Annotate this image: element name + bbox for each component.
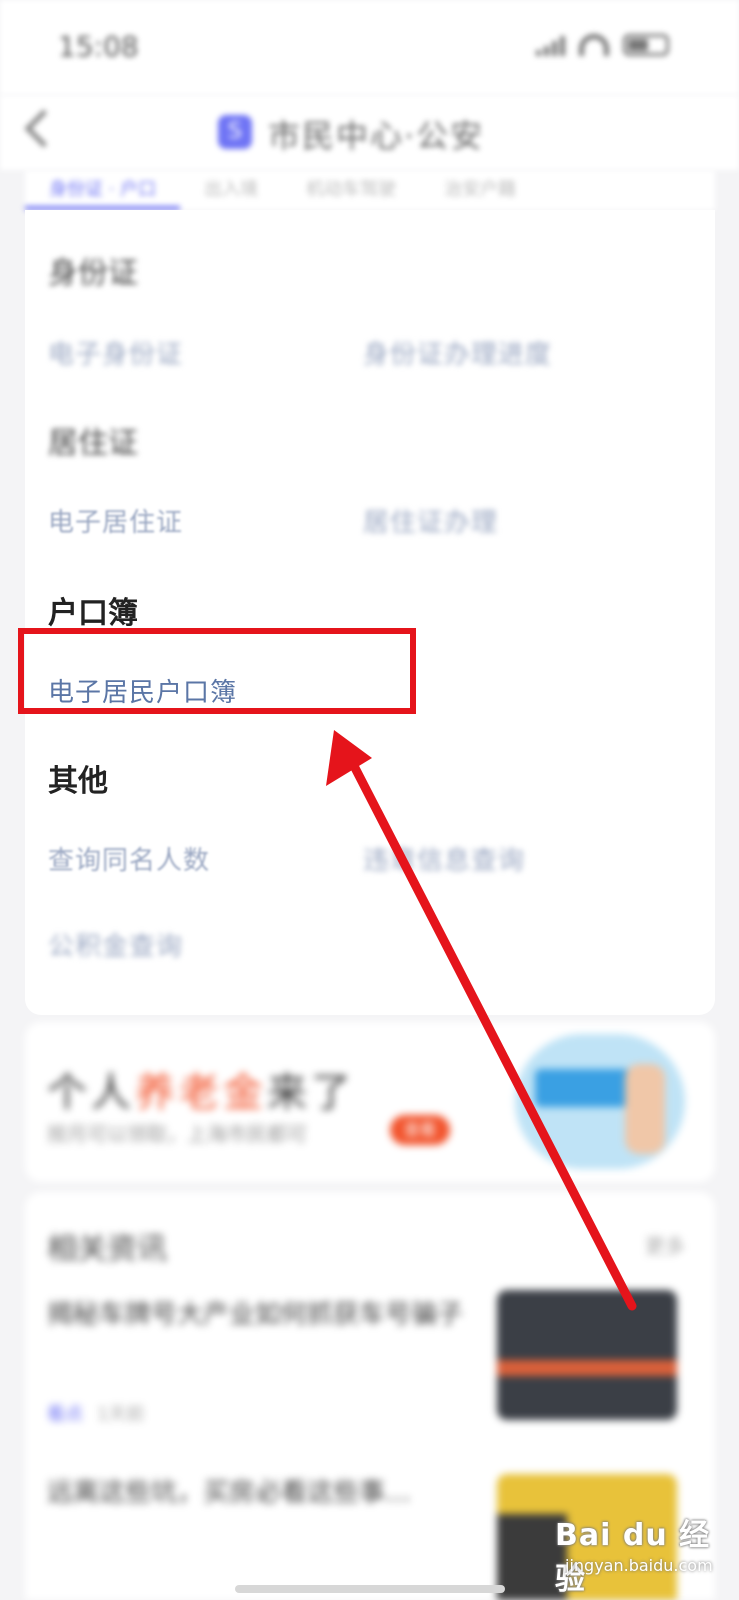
highlight-box (18, 628, 416, 714)
section-title-idcard: 身份证 (48, 256, 138, 291)
news-item-meta: 看点 1天前 (47, 1404, 145, 1425)
battery-icon (623, 34, 669, 56)
banner-subtitle: 按月可以领取，上海市民都可 (47, 1122, 307, 1146)
banner-illustration (515, 1034, 685, 1169)
app-header: S 市民中心·公安 (0, 95, 739, 170)
news-more-link[interactable]: 更多 (645, 1230, 685, 1259)
service-violation-query[interactable]: 违章信息查询 (363, 840, 525, 877)
service-e-residence-permit[interactable]: 电子居住证 (48, 502, 183, 539)
signal-icon (536, 34, 565, 56)
banner-headline: 个人养老金来了 (47, 1070, 355, 1116)
news-title: 相关资讯 (47, 1232, 167, 1267)
news-item-headline[interactable]: 远离这些坑，买房必看这些事… (47, 1470, 477, 1516)
status-time: 15:08 (58, 30, 139, 63)
section-title-hukou: 户口簿 (48, 596, 138, 631)
banner-badge[interactable]: 查看 (390, 1115, 450, 1145)
service-same-name-query[interactable]: 查询同名人数 (48, 840, 210, 877)
section-title-other: 其他 (48, 764, 108, 799)
back-icon[interactable] (24, 109, 63, 148)
service-residence-permit[interactable]: 居住证办理 (363, 502, 498, 539)
category-tabs: 身份证 · 户口 出入境 机动车驾驶 治安户籍 (25, 170, 715, 210)
tab-idcard-hukou[interactable]: 身份证 · 户口 (25, 170, 181, 210)
section-title-residence: 居住证 (48, 426, 138, 461)
status-icons (536, 34, 669, 56)
pension-banner[interactable]: 个人养老金来了 按月可以领取，上海市民都可 查看 (25, 1022, 715, 1182)
home-indicator (235, 1585, 505, 1593)
status-bar: 15:08 (0, 0, 739, 95)
news-thumbnail[interactable] (497, 1290, 677, 1420)
services-card: 身份证 电子身份证 身份证办理进度 居住证 电子居住证 居住证办理 户口簿 电子… (25, 210, 715, 1015)
page-title: 市民中心·公安 (268, 117, 485, 155)
service-idcard-progress[interactable]: 身份证办理进度 (363, 334, 552, 371)
tab-exit-entry[interactable]: 出入境 (180, 170, 282, 210)
tab-public-security[interactable]: 治安户籍 (420, 170, 540, 210)
service-e-idcard[interactable]: 电子身份证 (48, 334, 183, 371)
wifi-icon (579, 34, 609, 56)
tab-vehicle[interactable]: 机动车驾驶 (282, 170, 420, 210)
service-housing-fund[interactable]: 公积金查询 (48, 926, 183, 963)
news-item-headline[interactable]: 揭秘车牌号大产业如何抓获车号骗子 (47, 1292, 477, 1338)
baidu-watermark: Bai du 经验 jingyan.baidu.com (555, 1518, 713, 1597)
app-logo-icon: S (218, 115, 252, 149)
